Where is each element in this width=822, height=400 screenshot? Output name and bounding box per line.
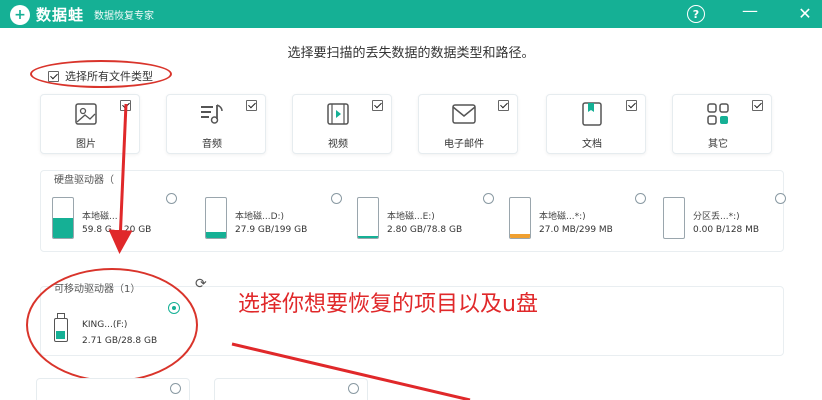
annotation-circle xyxy=(26,268,198,382)
image-icon xyxy=(75,103,97,125)
help-icon[interactable]: ? xyxy=(687,5,705,23)
app-name: 数据蛙 xyxy=(36,6,85,24)
drive-name: 分区丢...*:) xyxy=(693,212,740,222)
type-label: 文档 xyxy=(582,139,602,150)
type-card-other[interactable]: 其它 xyxy=(672,94,772,154)
drive-icon xyxy=(509,197,531,239)
page-title: 选择要扫描的丢失数据的数据类型和路径。 xyxy=(287,46,535,61)
drive-radio[interactable] xyxy=(483,193,494,204)
type-label: 图片 xyxy=(76,139,96,150)
type-checkbox[interactable] xyxy=(498,100,509,111)
drive-size: 27.0 MB/299 MB xyxy=(539,225,613,235)
drive-name: 本地磁... xyxy=(82,212,118,222)
frog-logo-icon: + xyxy=(10,4,30,25)
drive-icon xyxy=(357,197,379,239)
document-icon xyxy=(582,102,602,126)
drive-item[interactable]: 本地磁...D:) 27.9 GB/199 GB xyxy=(205,193,345,243)
type-card-video[interactable]: 视频 xyxy=(292,94,392,154)
close-button[interactable]: ✕ xyxy=(795,4,815,24)
annotation-circle xyxy=(30,60,172,88)
drive-size: 59.8 G 20 GB xyxy=(82,225,152,235)
drive-radio[interactable] xyxy=(635,193,646,204)
type-checkbox[interactable] xyxy=(120,100,131,111)
type-label: 视频 xyxy=(328,139,348,150)
bottom-card[interactable] xyxy=(36,378,190,400)
drive-size: 0.00 B/128 MB xyxy=(693,225,760,235)
app-subtitle: 数据恢复专家 xyxy=(94,11,155,22)
music-icon xyxy=(201,104,223,124)
drive-icon xyxy=(52,197,74,239)
drive-radio[interactable] xyxy=(775,193,786,204)
drive-name: 本地磁...D:) xyxy=(235,212,285,222)
app-logo: + 数据蛙 数据恢复专家 xyxy=(10,4,154,25)
drive-icon xyxy=(205,197,227,239)
type-label: 音频 xyxy=(202,139,222,150)
video-icon xyxy=(327,103,349,125)
main-panel: 选择要扫描的丢失数据的数据类型和路径。 选择所有文件类型 图片 音频 视频 电子… xyxy=(0,28,822,400)
type-card-audio[interactable]: 音频 xyxy=(166,94,266,154)
drive-name: 本地磁...E:) xyxy=(387,212,435,222)
bottom-card[interactable] xyxy=(214,378,368,400)
drive-size: 2.80 GB/78.8 GB xyxy=(387,225,463,235)
bottom-card-radio[interactable] xyxy=(170,383,181,394)
drive-radio[interactable] xyxy=(331,193,342,204)
email-icon xyxy=(452,104,476,124)
type-checkbox[interactable] xyxy=(372,100,383,111)
drive-item[interactable]: 本地磁...*:) 27.0 MB/299 MB xyxy=(509,193,649,243)
drive-size: 27.9 GB/199 GB xyxy=(235,225,308,235)
drive-icon xyxy=(663,197,685,239)
type-label: 电子邮件 xyxy=(444,139,484,150)
type-checkbox[interactable] xyxy=(626,100,637,111)
type-checkbox[interactable] xyxy=(752,100,763,111)
bottom-card-radio[interactable] xyxy=(348,383,359,394)
drive-name: 本地磁...*:) xyxy=(539,212,586,222)
type-card-email[interactable]: 电子邮件 xyxy=(418,94,518,154)
type-checkbox[interactable] xyxy=(246,100,257,111)
type-card-document[interactable]: 文档 xyxy=(546,94,646,154)
annotation-text: 选择你想要恢复的项目以及u盘 xyxy=(238,292,538,317)
type-card-image[interactable]: 图片 xyxy=(40,94,140,154)
other-icon xyxy=(707,103,729,125)
type-label: 其它 xyxy=(708,139,728,150)
minimize-button[interactable]: — xyxy=(740,3,760,24)
drive-item[interactable]: 分区丢...*:) 0.00 B/128 MB xyxy=(663,193,803,243)
title-bar: + 数据蛙 数据恢复专家 ? — ✕ xyxy=(0,0,822,28)
hard-drive-section-label: 硬盘驱动器（ xyxy=(54,175,114,186)
drive-radio[interactable] xyxy=(166,193,177,204)
drive-item[interactable]: 本地磁...E:) 2.80 GB/78.8 GB xyxy=(357,193,497,243)
drive-item[interactable]: 本地磁... 59.8 G 20 GB xyxy=(52,193,192,243)
refresh-icon[interactable]: ⟳ xyxy=(195,276,207,292)
